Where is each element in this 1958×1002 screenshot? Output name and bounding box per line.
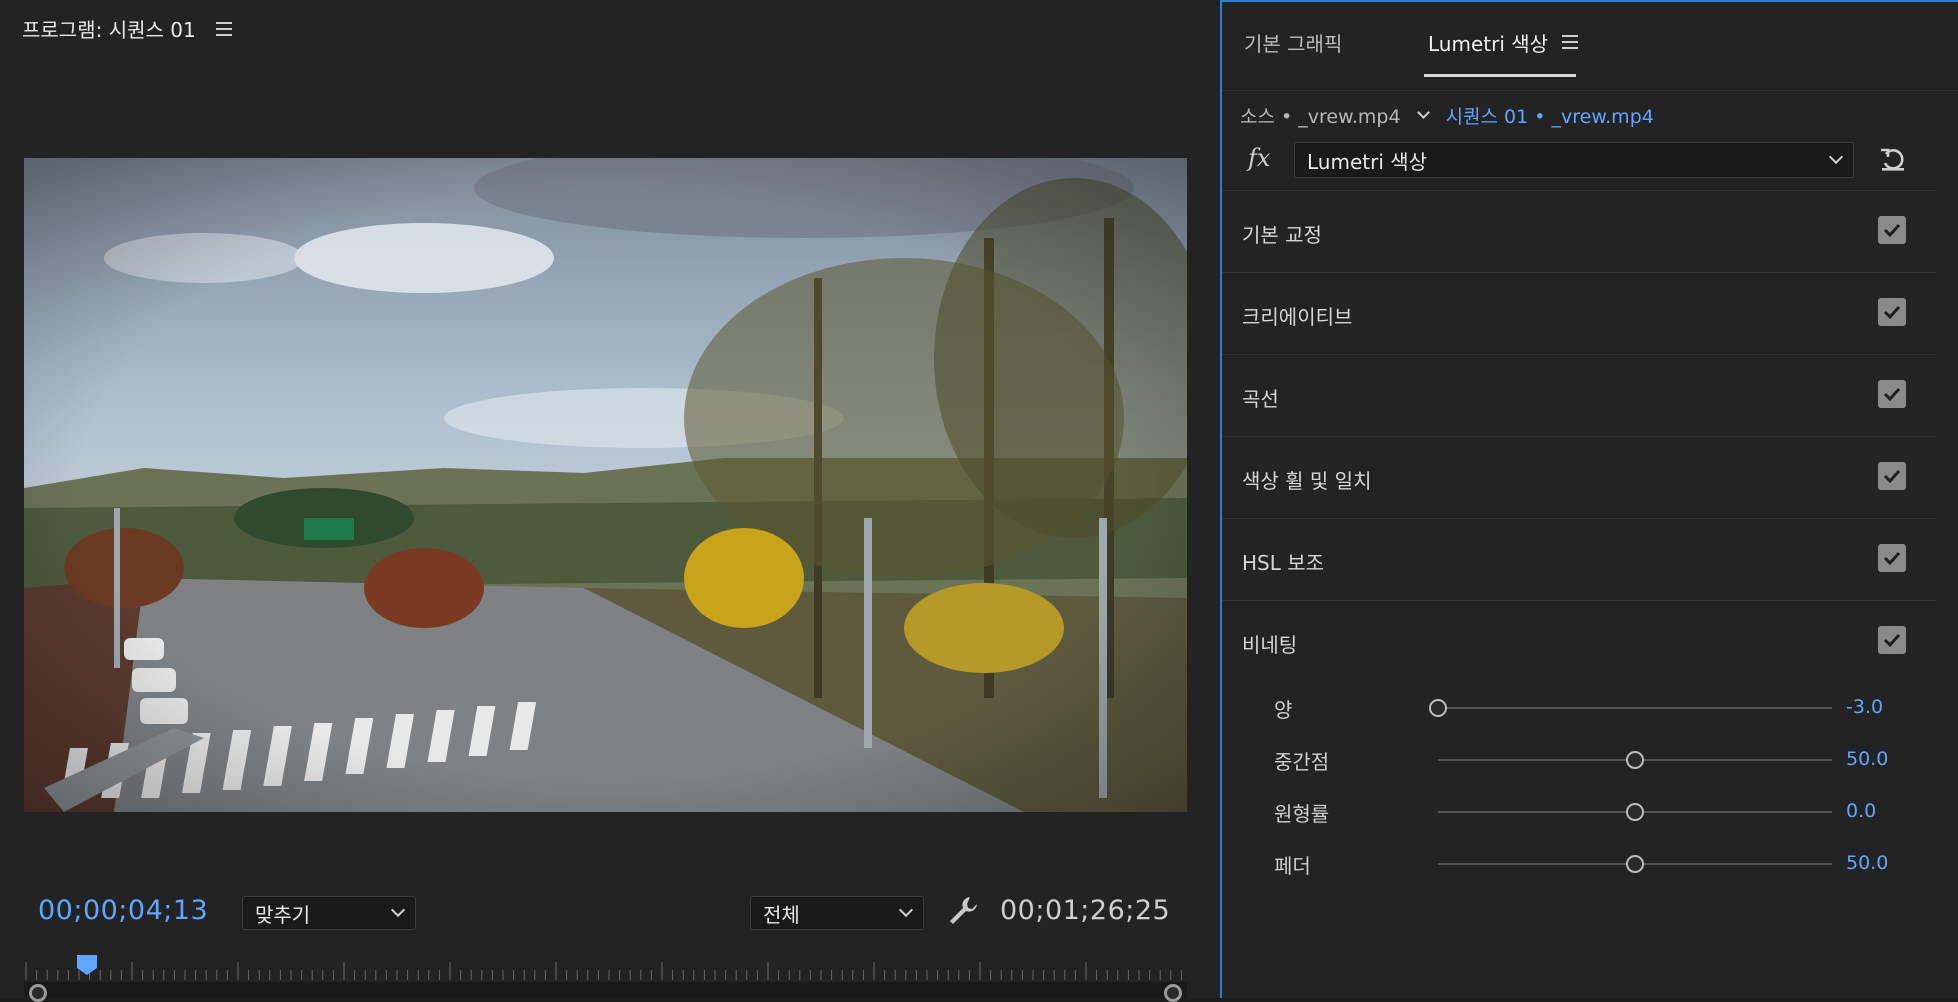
section-label: 크리에이티브 bbox=[1242, 305, 1353, 329]
program-monitor-panel: 프로그램: 시퀀스 01 00;00;04;13 맞추기 전체 00;01;26… bbox=[0, 0, 1220, 1002]
checkmark-icon bbox=[1883, 305, 1901, 320]
section-label: 색상 휠 및 일치 bbox=[1242, 469, 1372, 493]
effect-row: fx Lumetri 색상 bbox=[1222, 138, 1958, 188]
section-label: 기본 교정 bbox=[1242, 223, 1322, 247]
vignette-slider-row: 중간점 50.0 bbox=[1222, 740, 1936, 780]
slider-track[interactable] bbox=[1438, 707, 1832, 709]
section-enable-checkbox[interactable] bbox=[1878, 380, 1906, 408]
slider-thumb[interactable] bbox=[1626, 855, 1644, 873]
source-sequence-row: 소스 • _vrew.mp4 시퀀스 01 • _vrew.mp4 bbox=[1240, 102, 1654, 129]
duration-timecode: 00;01;26;25 bbox=[1000, 895, 1171, 926]
divider bbox=[1222, 90, 1958, 91]
chevron-down-icon[interactable] bbox=[1416, 106, 1430, 119]
lumetri-section[interactable]: 곡선 bbox=[1222, 354, 1936, 436]
effect-select[interactable]: Lumetri 색상 bbox=[1294, 142, 1854, 178]
effect-select-value: Lumetri 색상 bbox=[1307, 149, 1428, 174]
section-enable-checkbox[interactable] bbox=[1878, 216, 1906, 244]
slider-value[interactable]: 0.0 bbox=[1846, 800, 1876, 822]
tab-lumetri-color[interactable]: Lumetri 색상 bbox=[1428, 28, 1548, 57]
section-label: HSL 보조 bbox=[1242, 551, 1325, 575]
chevron-down-icon bbox=[1828, 149, 1844, 165]
panel-menu-icon[interactable] bbox=[215, 21, 234, 36]
section-label: 비네팅 bbox=[1242, 633, 1298, 657]
video-frame-image bbox=[24, 158, 1187, 812]
checkmark-icon bbox=[1883, 469, 1901, 484]
zoom-scrollbar[interactable] bbox=[24, 982, 1187, 998]
section-enable-checkbox[interactable] bbox=[1878, 298, 1906, 326]
sequence-clip-label[interactable]: 시퀀스 01 • _vrew.mp4 bbox=[1446, 102, 1654, 129]
active-tab-indicator bbox=[1424, 74, 1576, 77]
lumetri-section[interactable]: 비네팅 bbox=[1222, 600, 1936, 682]
slider-value[interactable]: 50.0 bbox=[1846, 852, 1888, 874]
checkmark-icon bbox=[1883, 387, 1901, 402]
slider-label: 양 bbox=[1274, 698, 1293, 722]
slider-label: 원형률 bbox=[1274, 802, 1330, 826]
current-timecode[interactable]: 00;00;04;13 bbox=[38, 895, 208, 926]
lumetri-section[interactable]: 크리에이티브 bbox=[1222, 272, 1936, 354]
lumetri-section[interactable]: HSL 보조 bbox=[1222, 518, 1936, 600]
section-enable-checkbox[interactable] bbox=[1878, 626, 1906, 654]
checkmark-icon bbox=[1883, 223, 1901, 238]
section-enable-checkbox[interactable] bbox=[1878, 462, 1906, 490]
vignette-slider-row: 페더 50.0 bbox=[1222, 844, 1936, 884]
lumetri-section[interactable]: 색상 휠 및 일치 bbox=[1222, 436, 1936, 518]
section-label: 곡선 bbox=[1242, 387, 1279, 411]
slider-label: 페더 bbox=[1274, 854, 1311, 878]
lumetri-section[interactable]: 기본 교정 bbox=[1222, 190, 1936, 272]
resolution-select[interactable]: 전체 bbox=[750, 896, 924, 930]
slider-value[interactable]: 50.0 bbox=[1846, 748, 1888, 770]
vignette-slider-row: 원형률 0.0 bbox=[1222, 792, 1936, 832]
chevron-down-icon bbox=[898, 902, 914, 918]
checkmark-icon bbox=[1883, 633, 1901, 648]
tab-essential-graphics[interactable]: 기본 그래픽 bbox=[1244, 28, 1342, 57]
panel-menu-icon[interactable] bbox=[1562, 35, 1580, 49]
vignette-slider-row: 양 -3.0 bbox=[1222, 688, 1936, 728]
checkmark-icon bbox=[1883, 551, 1901, 566]
slider-thumb[interactable] bbox=[1626, 803, 1644, 821]
slider-thumb[interactable] bbox=[1626, 751, 1644, 769]
slider-thumb[interactable] bbox=[1429, 699, 1447, 717]
zoom-select-value: 맞추기 bbox=[255, 902, 311, 927]
slider-value[interactable]: -3.0 bbox=[1846, 696, 1883, 718]
slider-label: 중간점 bbox=[1274, 750, 1330, 774]
source-clip-label[interactable]: 소스 • _vrew.mp4 bbox=[1240, 102, 1401, 129]
time-ruler[interactable] bbox=[24, 960, 1187, 980]
program-monitor-header: 프로그램: 시퀀스 01 bbox=[22, 14, 234, 43]
scrollbar-left-handle[interactable] bbox=[29, 984, 47, 1002]
zoom-select[interactable]: 맞추기 bbox=[242, 896, 416, 930]
resolution-select-value: 전체 bbox=[763, 902, 800, 927]
video-preview bbox=[24, 158, 1187, 812]
playhead[interactable] bbox=[76, 954, 98, 976]
panel-tabs: 기본 그래픽 Lumetri 색상 bbox=[1222, 2, 1958, 78]
fx-badge[interactable]: fx bbox=[1248, 144, 1270, 172]
program-monitor-title: 프로그램: 시퀀스 01 bbox=[22, 18, 196, 42]
section-enable-checkbox[interactable] bbox=[1878, 544, 1906, 572]
reset-icon[interactable] bbox=[1878, 144, 1908, 174]
lumetri-panel: 기본 그래픽 Lumetri 색상 소스 • _vrew.mp4 시퀀스 01 … bbox=[1220, 0, 1958, 998]
chevron-down-icon bbox=[390, 902, 406, 918]
wrench-icon[interactable] bbox=[946, 894, 980, 928]
scrollbar-right-handle[interactable] bbox=[1164, 984, 1182, 1002]
